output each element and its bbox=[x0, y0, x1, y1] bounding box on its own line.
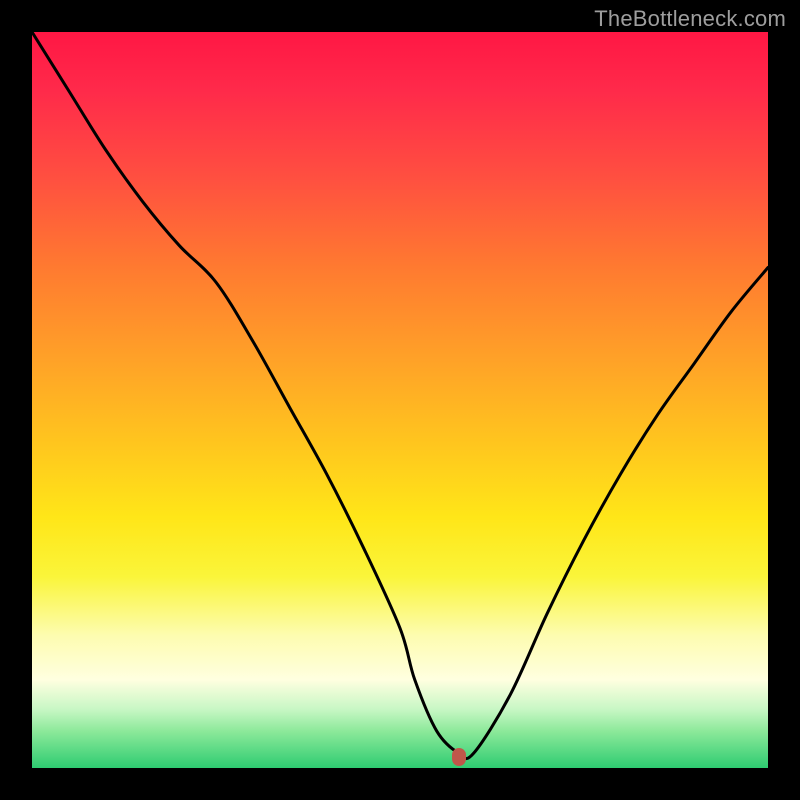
curve-path bbox=[32, 32, 768, 759]
chart-frame: TheBottleneck.com bbox=[0, 0, 800, 800]
plot-area bbox=[32, 32, 768, 768]
optimum-marker bbox=[452, 748, 466, 766]
watermark-text: TheBottleneck.com bbox=[594, 6, 786, 32]
bottleneck-curve bbox=[32, 32, 768, 768]
